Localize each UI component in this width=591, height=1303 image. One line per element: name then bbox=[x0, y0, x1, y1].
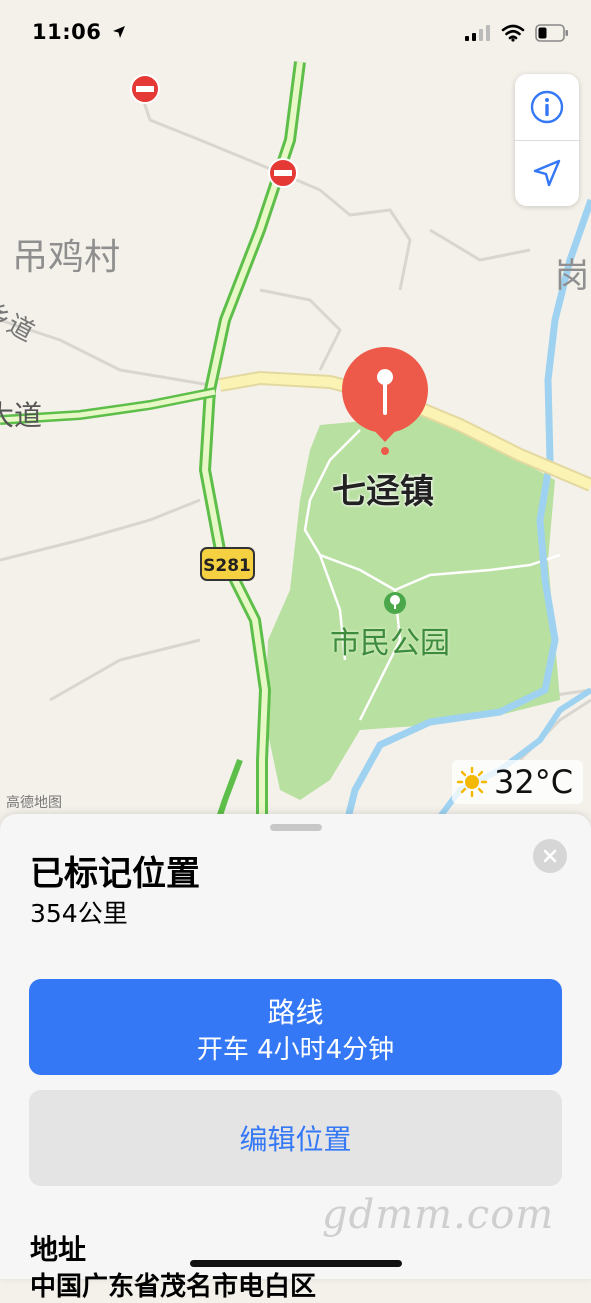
sun-icon bbox=[456, 766, 488, 798]
weather-indicator: 32°C bbox=[452, 760, 584, 804]
edit-location-button[interactable]: 编辑位置 bbox=[29, 1090, 562, 1186]
map-provider-logo: 高德地图 bbox=[6, 795, 62, 811]
map-info-button[interactable] bbox=[515, 74, 579, 141]
map-controls bbox=[515, 74, 579, 206]
park-label: 市民公园 bbox=[330, 626, 450, 661]
no-entry-icon bbox=[268, 158, 298, 188]
sheet-grabber[interactable] bbox=[270, 824, 322, 831]
close-button[interactable] bbox=[533, 839, 567, 873]
edge-label: 岗 bbox=[555, 256, 589, 296]
home-indicator[interactable] bbox=[190, 1260, 402, 1267]
current-location-button[interactable] bbox=[515, 140, 579, 206]
place-title: 已标记位置 bbox=[30, 854, 200, 894]
wifi-icon bbox=[501, 24, 525, 42]
location-services-icon bbox=[113, 26, 126, 38]
village-label: 吊鸡村 bbox=[12, 237, 121, 278]
directions-button[interactable]: 路线 开车 4小时4分钟 bbox=[29, 979, 562, 1075]
cellular-signal-icon bbox=[465, 25, 490, 41]
battery-icon bbox=[535, 24, 568, 42]
close-icon bbox=[543, 849, 557, 863]
status-bar: 11:06 bbox=[0, 0, 591, 64]
town-label: 七迳镇 bbox=[332, 472, 434, 512]
svg-text:S281: S281 bbox=[203, 556, 251, 576]
watermark: gdmm.com bbox=[322, 1192, 555, 1238]
address-value: 中国广东省茂名市电白区 bbox=[30, 1272, 317, 1302]
road-label: 大道 bbox=[0, 399, 43, 432]
edit-location-label: 编辑位置 bbox=[239, 1123, 352, 1156]
address-label: 地址 bbox=[30, 1233, 87, 1266]
info-icon bbox=[530, 90, 564, 124]
place-distance: 354公里 bbox=[30, 899, 128, 928]
directions-detail: 开车 4小时4分钟 bbox=[196, 1035, 395, 1065]
location-arrow-icon bbox=[533, 159, 561, 187]
temperature: 32°C bbox=[494, 763, 574, 801]
directions-label: 路线 bbox=[267, 996, 324, 1029]
no-entry-icon bbox=[130, 74, 160, 104]
park-tree-icon bbox=[384, 592, 406, 614]
highway-shield: S281 bbox=[200, 547, 255, 581]
map-view[interactable]: S281 bbox=[0, 0, 591, 830]
status-time: 11:06 bbox=[32, 20, 127, 44]
